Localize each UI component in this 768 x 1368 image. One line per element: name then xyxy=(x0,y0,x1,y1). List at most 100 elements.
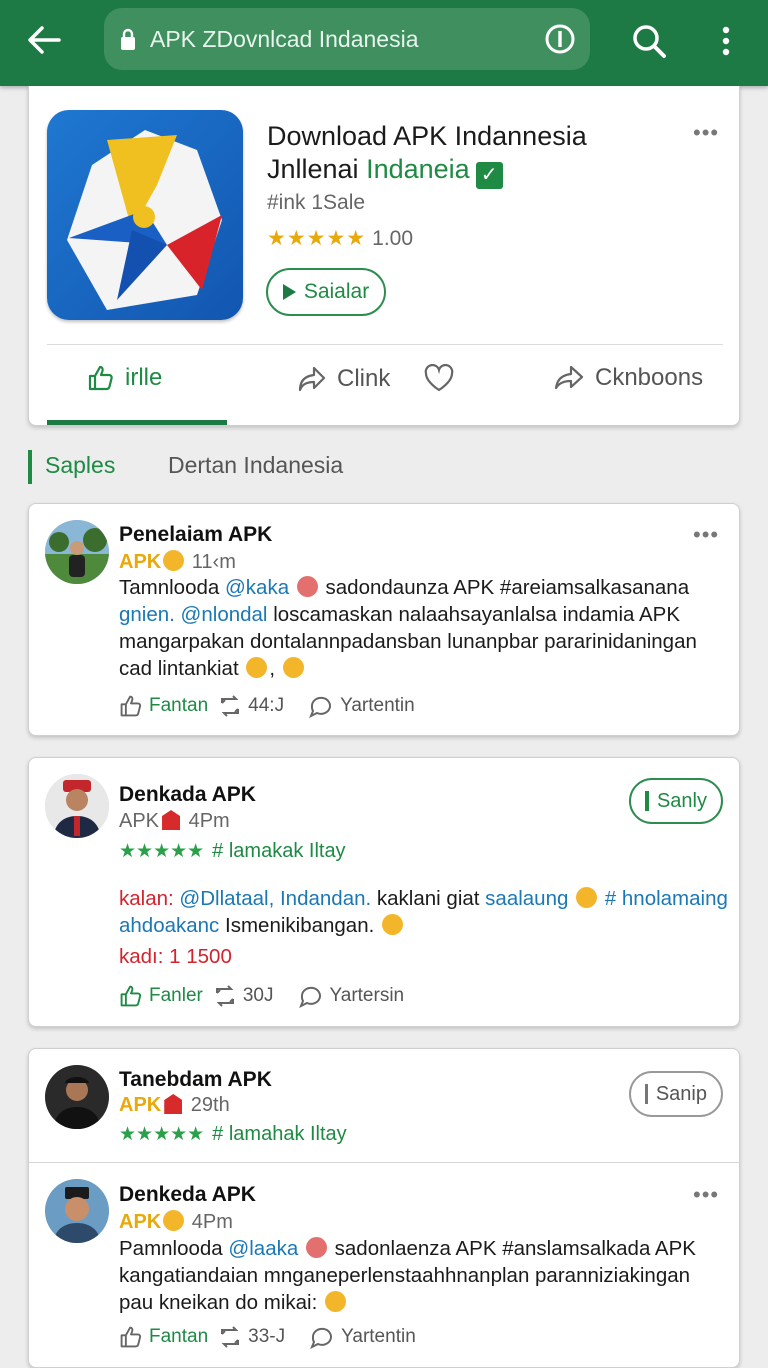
address-bar[interactable]: APK ZDovnlcad Indanesia xyxy=(104,8,590,70)
app-logo-icon xyxy=(67,130,222,310)
post-author[interactable]: Denkada APK xyxy=(119,783,256,807)
thumbs-up-icon[interactable] xyxy=(119,694,143,718)
thumbs-up-icon[interactable] xyxy=(119,1325,143,1349)
apk-badge: APK xyxy=(119,551,162,573)
post-text: cad lintankiat xyxy=(119,657,239,680)
rating-value: 1.00 xyxy=(372,227,414,250)
post-text: Tamnlooda xyxy=(119,576,220,599)
app-rating: ★★★★★ 1.00 xyxy=(267,226,413,251)
flag-icon xyxy=(162,810,181,830)
star-rating-icon: ★★★★★ xyxy=(119,1124,205,1145)
post-text: sadonlaenza APK #anslamsalkada APK xyxy=(334,1237,696,1260)
mention-link[interactable]: @kaka xyxy=(225,576,289,599)
post-card: Penelaiam APK APK 11‹m ••• Tamnlooda @ka… xyxy=(28,503,740,736)
repost-count: 30J xyxy=(242,985,274,1006)
post-reactions: Fantan 33-J Yartentin xyxy=(119,1325,416,1349)
star-rating-icon: ★★★★★ xyxy=(267,227,367,250)
app-title: Download APK Indannesia Jnllenai Indanei… xyxy=(267,120,587,189)
favorite-action[interactable] xyxy=(423,364,465,392)
post-author[interactable]: Denkeda APK xyxy=(119,1183,256,1207)
avatar[interactable] xyxy=(45,1065,109,1129)
hashtag-link[interactable]: # hnolamaing xyxy=(605,887,728,910)
bar-icon xyxy=(645,791,649,811)
repost-icon[interactable] xyxy=(213,984,237,1008)
mention-link[interactable]: @laaka xyxy=(228,1237,298,1260)
emoji-icon xyxy=(163,550,185,571)
app-card: Download APK Indannesia Jnllenai Indanei… xyxy=(28,86,740,426)
search-icon xyxy=(633,25,666,58)
divider xyxy=(47,344,723,345)
post-time: 11‹m xyxy=(191,551,236,573)
forward-action[interactable]: Cknboons xyxy=(553,364,703,392)
follow-button[interactable]: Sanip xyxy=(629,1071,723,1117)
back-button[interactable] xyxy=(22,18,66,62)
more-options-icon[interactable]: ••• xyxy=(693,522,719,548)
comment-label[interactable]: Yartentin xyxy=(340,695,415,717)
install-button[interactable]: Saialar xyxy=(266,268,386,316)
like-label[interactable]: Fanler xyxy=(149,985,203,1007)
post-author[interactable]: Tanebdam APK xyxy=(119,1068,272,1092)
comment-icon[interactable] xyxy=(308,694,334,718)
mention-link[interactable]: @Dllataal, Indandan. xyxy=(179,887,371,910)
post-meta: APK 4Pm xyxy=(119,810,230,833)
more-options-icon[interactable]: ••• xyxy=(693,1182,719,1208)
post-card: Tanebdam APK APK 29th ★★★★★ # lamahak Ilt… xyxy=(28,1048,741,1368)
repost-icon[interactable] xyxy=(218,1325,242,1349)
play-icon xyxy=(282,284,296,300)
overflow-menu-button[interactable] xyxy=(706,18,746,64)
app-title-country: Indaneia xyxy=(366,154,470,184)
mention-link[interactable]: ahdoakanc xyxy=(119,914,219,937)
like-label[interactable]: Fantan xyxy=(149,1326,208,1348)
flag-icon xyxy=(164,1094,183,1114)
url-text: APK ZDovnlcad Indanesia xyxy=(150,25,419,52)
comment-icon[interactable] xyxy=(298,984,324,1008)
like-label: irlle xyxy=(125,364,163,391)
emoji-icon xyxy=(163,1210,185,1231)
avatar[interactable] xyxy=(45,774,109,838)
emoji-icon xyxy=(382,914,404,935)
mention-link[interactable]: gnien. @nlondal xyxy=(119,603,267,626)
emoji-icon xyxy=(576,887,598,908)
forward-label: Cknboons xyxy=(595,364,704,391)
thumbs-up-icon[interactable] xyxy=(119,984,143,1008)
app-title-line2: Jnllenai xyxy=(267,154,359,184)
like-action[interactable]: irlle xyxy=(87,364,162,392)
avatar[interactable] xyxy=(45,520,109,584)
install-label: Saialar xyxy=(303,280,370,303)
comment-icon[interactable] xyxy=(309,1325,335,1349)
avatar-image xyxy=(45,774,109,838)
arrow-left-icon xyxy=(28,26,61,54)
more-options-icon[interactable]: ••• xyxy=(693,120,719,146)
hashtag-link[interactable]: saalaung xyxy=(485,887,568,910)
repost-icon[interactable] xyxy=(218,694,242,718)
star-rating-icon: ★★★★★ xyxy=(119,841,205,862)
post-rating: ★★★★★ # lamakak Iltay xyxy=(119,840,346,863)
hashtag-link[interactable]: # lamakak Iltay xyxy=(212,840,345,862)
hashtag-link[interactable]: # lamahak Iltay xyxy=(212,1123,347,1145)
comment-label[interactable]: Yartersin xyxy=(330,985,405,1007)
avatar[interactable] xyxy=(45,1179,109,1243)
post-body: kalan: @Dllataal, Indandan. kaklani giat… xyxy=(119,885,728,970)
share-action[interactable]: Clink xyxy=(297,364,390,394)
tab-saples[interactable]: Saples xyxy=(45,452,115,479)
post-text: sadondaunza APK #areiamsalkasanana xyxy=(325,576,690,599)
comment-label[interactable]: Yartentin xyxy=(341,1326,416,1348)
app-logo[interactable] xyxy=(47,110,243,320)
post-author[interactable]: Penelaiam APK xyxy=(119,523,272,547)
post-text: pau kneikan do mikai: xyxy=(119,1291,318,1314)
avatar-image xyxy=(45,1179,109,1243)
post-text: loscamaskan nalaahsayanlalsa indamia APK xyxy=(273,603,681,626)
lock-icon xyxy=(121,28,135,50)
post-reactions: Fanler 30J Yartersin xyxy=(119,984,404,1008)
post-reactions: Fantan 44:J Yartentin xyxy=(119,694,415,718)
like-label[interactable]: Fantan xyxy=(149,695,208,717)
post-label: kalan: xyxy=(119,887,174,910)
post-text: kaklani giat xyxy=(376,887,480,910)
tab-indicator xyxy=(28,450,32,484)
active-action-indicator xyxy=(47,420,227,425)
price-text: kadı: 1 1500 xyxy=(119,945,232,968)
follow-button[interactable]: Sanly xyxy=(629,778,723,824)
info-icon[interactable] xyxy=(544,23,576,55)
search-button[interactable] xyxy=(626,18,672,64)
tab-dertan-indanesia[interactable]: Dertan Indanesia xyxy=(168,452,343,479)
